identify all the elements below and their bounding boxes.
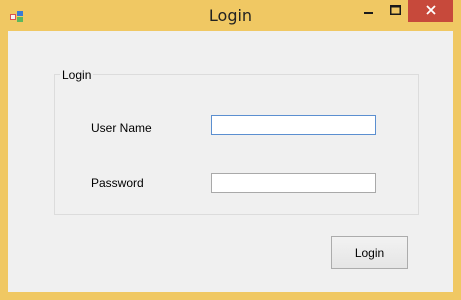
username-input[interactable]: [211, 115, 376, 135]
title-bar[interactable]: Login: [0, 0, 461, 30]
groupbox-title: Login: [60, 68, 94, 82]
password-label: Password: [91, 176, 144, 190]
login-window: Login Login User Name Password Login: [0, 0, 461, 300]
maximize-icon: [389, 2, 401, 20]
client-area: Login User Name Password Login: [8, 31, 453, 292]
maximize-button[interactable]: [382, 0, 408, 22]
minimize-icon: [364, 2, 374, 20]
close-icon: [425, 2, 436, 20]
login-groupbox: [54, 74, 419, 215]
login-button[interactable]: Login: [331, 236, 408, 269]
close-button[interactable]: [408, 0, 453, 22]
password-input[interactable]: [211, 173, 376, 193]
username-label: User Name: [91, 121, 152, 135]
minimize-button[interactable]: [356, 0, 382, 22]
